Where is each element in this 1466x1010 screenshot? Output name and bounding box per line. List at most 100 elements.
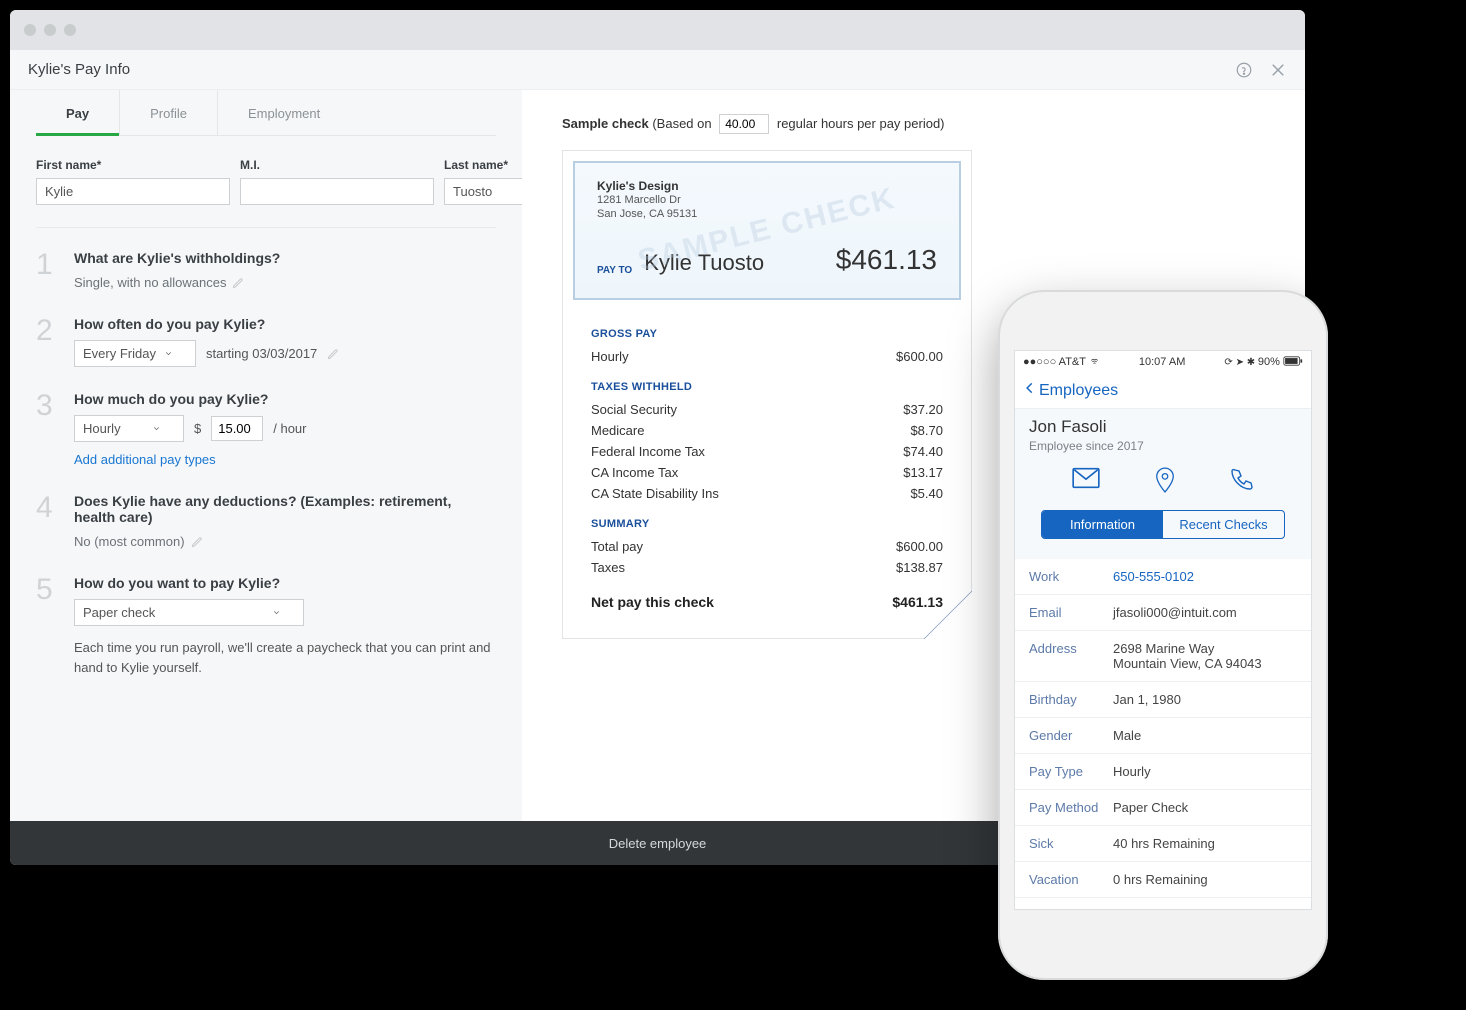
pay-method-select[interactable]: Paper check [74,599,304,626]
info-value: 40 hrs Remaining [1113,836,1215,851]
help-icon[interactable] [1235,61,1253,79]
line-value: $138.87 [896,560,943,575]
line-item: Medicare$8.70 [591,420,943,441]
window-minimize-icon[interactable] [44,24,56,36]
info-value: Male [1113,728,1141,743]
sample-check: SAMPLE CHECK Kylie's Design 1281 Marcell… [562,150,972,639]
hours-input[interactable] [719,114,769,134]
tab-pay[interactable]: Pay [36,90,120,135]
info-value: Paper Check [1113,800,1188,815]
close-icon[interactable] [1269,61,1287,79]
info-value: 2698 Marine Way Mountain View, CA 94043 [1113,641,1262,671]
starting-date-label: starting 03/03/2017 [206,346,317,361]
name-fields: First name* M.I. Last name* [36,158,496,228]
chevron-down-icon [152,421,161,436]
step-question: Does Kylie have any deductions? (Example… [74,493,496,525]
info-value: Jan 1, 1980 [1113,692,1181,707]
step-number: 3 [36,391,60,469]
delete-employee-button[interactable]: Delete employee [609,836,707,851]
line-label: Medicare [591,423,644,438]
pencil-icon[interactable] [191,536,203,548]
pay-method-note: Each time you run payroll, we'll create … [74,638,496,677]
step-question: What are Kylie's withholdings? [74,250,496,266]
pay-rate-input[interactable] [211,416,263,441]
line-item: Federal Income Tax$74.40 [591,441,943,462]
back-button[interactable]: Employees [1015,373,1311,409]
line-label: CA Income Tax [591,465,678,480]
step-number: 1 [36,250,60,292]
mi-input[interactable] [240,178,434,205]
taxes-section-title: TAXES WITHHELD [591,381,943,393]
add-pay-types-link[interactable]: Add additional pay types [74,452,216,467]
carrier-label: ●●○○○ AT&T [1023,356,1100,368]
deductions-value: No (most common) [74,534,185,549]
first-name-input[interactable] [36,178,230,205]
line-item: Total pay $600.00 [591,536,943,557]
gross-section-title: GROSS PAY [591,328,943,340]
step-deductions: 4 Does Kylie have any deductions? (Examp… [36,493,496,551]
window-close-icon[interactable] [24,24,36,36]
info-value: Hourly [1113,764,1151,779]
phone-screen: ●●○○○ AT&T 10:07 AM ⟳ ➤ ✱ 90% Employees … [1014,350,1312,910]
seg-recent-checks[interactable]: Recent Checks [1163,511,1284,538]
mi-label: M.I. [240,158,434,172]
last-name-input[interactable] [444,178,522,205]
seg-information[interactable]: Information [1042,511,1163,538]
page-header: Kylie's Pay Info [10,50,1305,90]
page-title: Kylie's Pay Info [28,61,130,78]
line-value: $13.17 [903,465,943,480]
info-row: GenderMale [1015,718,1311,754]
summary-section-title: SUMMARY [591,518,943,530]
battery-label: ⟳ ➤ ✱ 90% [1224,356,1303,368]
window-zoom-icon[interactable] [64,24,76,36]
line-value: $5.40 [910,486,943,501]
segmented-control: Information Recent Checks [1041,510,1285,539]
line-value: $600.00 [896,349,943,364]
line-label: Total pay [591,539,643,554]
employee-name: Jon Fasoli [1029,417,1297,437]
line-item: CA State Disability Ins $5.40 [591,483,943,504]
line-label: CA State Disability Ins [591,486,719,501]
window-titlebar [10,10,1305,50]
withholdings-value: Single, with no allowances [74,275,226,290]
pencil-icon[interactable] [232,277,244,289]
mail-icon[interactable] [1072,467,1100,498]
step-question: How much do you pay Kylie? [74,391,496,407]
location-icon[interactable] [1154,467,1176,498]
info-row: Pay TypeHourly [1015,754,1311,790]
phone-frame: ●●○○○ AT&T 10:07 AM ⟳ ➤ ✱ 90% Employees … [998,290,1328,980]
step-pay-method: 5 How do you want to pay Kylie? Paper ch… [36,575,496,677]
check-body: GROSS PAY Hourly$600.00 TAXES WITHHELD S… [573,300,961,638]
info-key: Work [1029,569,1113,584]
line-label: Taxes [591,560,625,575]
info-key: Vacation [1029,872,1113,887]
pencil-icon[interactable] [327,348,339,360]
line-item: CA Income Tax $13.17 [591,462,943,483]
tab-profile[interactable]: Profile [120,90,218,135]
info-key: Pay Type [1029,764,1113,779]
info-value[interactable]: 650-555-0102 [1113,569,1194,584]
line-value: $600.00 [896,539,943,554]
line-value: $74.40 [903,444,943,459]
tab-employment[interactable]: Employment [218,90,350,135]
info-list: Work650-555-0102 Emailjfasoli000@intuit.c… [1015,559,1311,909]
step-withholdings: 1 What are Kylie's withholdings? Single,… [36,250,496,292]
info-key: Address [1029,641,1113,671]
info-key: Gender [1029,728,1113,743]
info-key: Email [1029,605,1113,620]
step-number: 5 [36,575,60,677]
info-row: Vacation0 hrs Remaining [1015,862,1311,898]
info-row: Pay MethodPaper Check [1015,790,1311,826]
info-row: Emailjfasoli000@intuit.com [1015,595,1311,631]
check-header: SAMPLE CHECK Kylie's Design 1281 Marcell… [573,161,961,300]
line-label: Social Security [591,402,677,417]
pay-type-select[interactable]: Hourly [74,415,184,442]
pay-frequency-select[interactable]: Every Friday [74,340,196,367]
page-curl-icon [924,591,972,639]
first-name-label: First name* [36,158,230,172]
info-key: Birthday [1029,692,1113,707]
info-key: Sick [1029,836,1113,851]
chevron-down-icon [164,346,173,361]
chevron-down-icon [272,605,281,620]
phone-icon[interactable] [1230,467,1254,498]
